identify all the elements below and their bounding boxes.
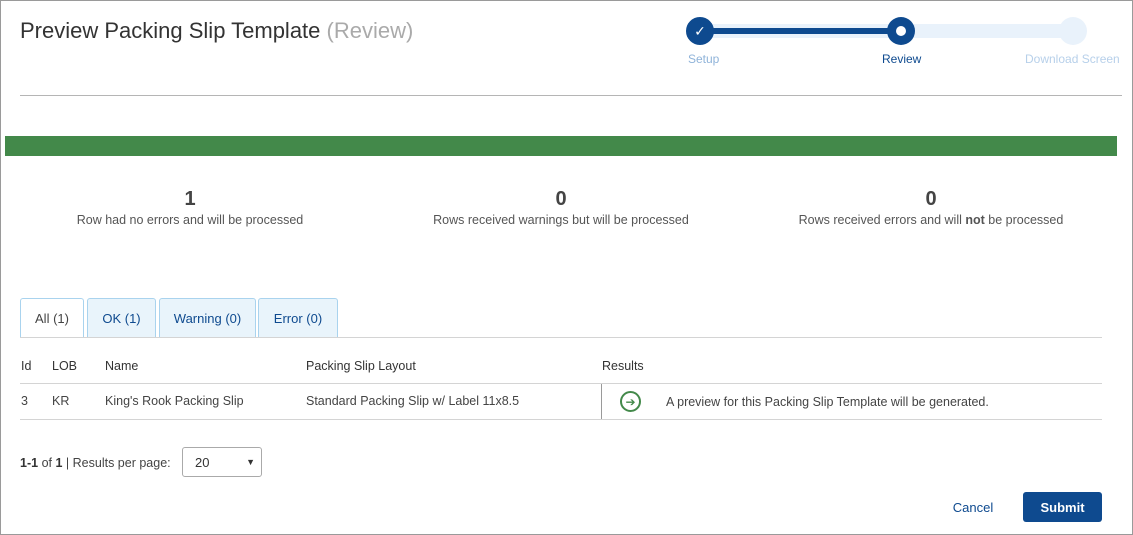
stat-errors: 0 Rows received errors and will not be p… <box>781 187 1081 227</box>
stat-errors-label-start: Rows received errors and will <box>798 213 966 227</box>
table-row-divider <box>20 419 1102 420</box>
cancel-button[interactable]: Cancel <box>940 492 1006 522</box>
pagination-info: 1-1 of 1 | Results per page: <box>20 456 171 470</box>
column-header-name: Name <box>105 359 139 373</box>
page-frame <box>0 0 1133 535</box>
step-download-dot <box>1059 17 1087 45</box>
header-divider <box>20 95 1122 96</box>
results-per-page-label: | Results per page: <box>65 456 171 470</box>
stat-no-errors: 1 Row had no errors and will be processe… <box>40 187 340 227</box>
cell-id: 3 <box>21 394 28 408</box>
results-column-separator <box>601 384 602 419</box>
pagination-of: of <box>41 456 52 470</box>
column-header-layout: Packing Slip Layout <box>306 359 416 373</box>
table-header-divider <box>20 383 1102 384</box>
stat-errors-label-end: be processed <box>984 213 1064 227</box>
stepper-track-progress <box>700 28 901 34</box>
stat-warnings-label: Rows received warnings but will be proce… <box>433 213 689 227</box>
results-per-page-value: 20 <box>195 454 210 470</box>
column-header-id: Id <box>21 359 32 373</box>
step-label-review: Review <box>882 52 922 66</box>
step-label-download: Download Screen <box>1025 52 1120 66</box>
tab-warning[interactable]: Warning (0) <box>159 298 256 338</box>
stat-warnings: 0 Rows received warnings but will be pro… <box>411 187 711 227</box>
step-setup-check-icon[interactable]: ✓ <box>686 17 714 45</box>
results-per-page-select[interactable]: 20 ▼ <box>182 447 262 477</box>
column-header-lob: LOB <box>52 359 78 373</box>
wizard-stepper: ✓ Setup Review Download Screen <box>0 0 1133 80</box>
stat-no-errors-label: Row had no errors and will be processed <box>76 213 304 227</box>
step-label-setup[interactable]: Setup <box>688 52 719 66</box>
cell-layout: Standard Packing Slip w/ Label 11x8.5 <box>306 394 520 408</box>
tab-ok[interactable]: OK (1) <box>87 298 156 338</box>
stat-warnings-count: 0 <box>555 188 567 210</box>
stat-errors-label: Rows received errors and will not be pro… <box>781 213 1081 227</box>
tabs-divider <box>20 337 1102 338</box>
stat-no-errors-count: 1 <box>184 188 196 210</box>
chevron-down-icon: ▼ <box>246 457 255 467</box>
cell-name: King's Rook Packing Slip <box>105 394 244 408</box>
cell-result: A preview for this Packing Slip Template… <box>666 395 989 409</box>
pagination-total: 1 <box>55 456 63 470</box>
cell-lob: KR <box>52 394 70 408</box>
arrow-right-circle-icon[interactable]: ➔ <box>620 391 641 412</box>
column-header-results: Results <box>602 359 644 373</box>
tab-error[interactable]: Error (0) <box>258 298 338 338</box>
stat-errors-label-bold: not <box>965 213 985 227</box>
processing-progress-bar <box>5 136 1117 156</box>
stat-errors-count: 0 <box>925 188 937 210</box>
submit-button[interactable]: Submit <box>1023 492 1102 522</box>
tab-all[interactable]: All (1) <box>20 298 84 338</box>
step-review-dot <box>887 17 915 45</box>
pagination-range: 1-1 <box>20 456 39 470</box>
